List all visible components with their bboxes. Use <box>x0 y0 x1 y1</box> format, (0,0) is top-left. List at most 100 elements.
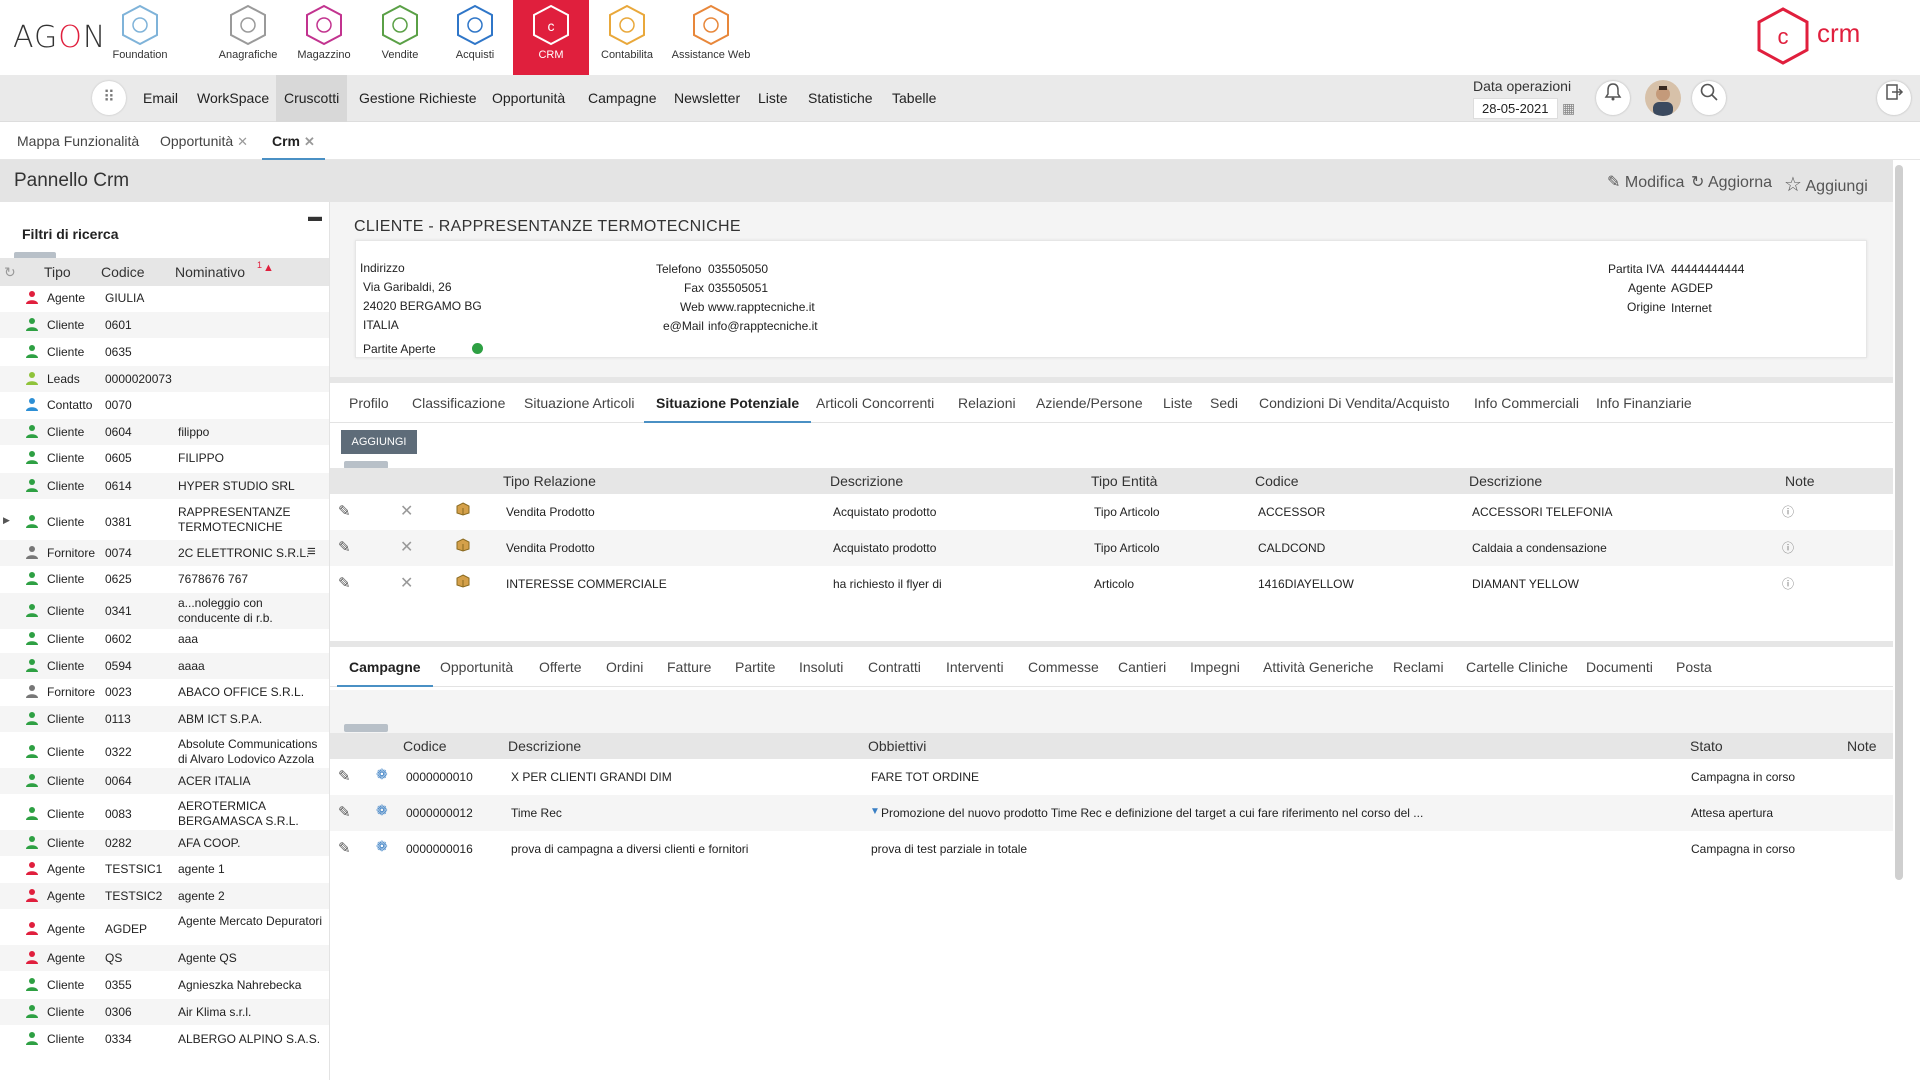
vertical-scrollbar[interactable] <box>1895 165 1903 880</box>
menu-item-cruscotti[interactable]: Cruscotti <box>276 75 348 122</box>
edit-pencil-icon[interactable]: ✎ <box>338 538 351 556</box>
list-item[interactable]: Cliente 0602 aaa <box>0 626 329 652</box>
expand-arrow-icon[interactable]: ▶ <box>3 515 10 526</box>
list-item[interactable]: Agente TESTSIC1 agente 1 <box>0 856 329 882</box>
data-operazioni-field[interactable]: 28-05-2021 <box>1473 98 1558 119</box>
list-item[interactable]: Cliente 0341 a...noleggio con conducente d… <box>0 593 329 629</box>
module-contabilita[interactable]: Contabilita <box>589 0 665 75</box>
tab-cantieri[interactable]: Cantieri <box>1118 647 1166 687</box>
list-item[interactable]: Agente GIULIA <box>0 287 329 309</box>
expand-triangle-icon[interactable]: ▼ <box>870 806 880 817</box>
info-icon[interactable]: ⓘ <box>1782 503 1794 520</box>
delete-icon[interactable]: ✕ <box>400 537 413 557</box>
email-link[interactable]: info@rapptecniche.it <box>708 319 818 333</box>
calendar-icon[interactable]: ▦ <box>1562 100 1575 117</box>
tab-documenti[interactable]: Documenti <box>1586 647 1653 687</box>
module-anagrafiche[interactable]: Anagrafiche <box>210 0 286 75</box>
module-acquisti[interactable]: Acquisti <box>437 0 513 75</box>
tab-info-commerciali[interactable]: Info Commerciali <box>1474 383 1579 423</box>
delete-icon[interactable]: ✕ <box>400 501 413 521</box>
tab-mappa-funzionalita[interactable]: Mappa Funzionalità <box>17 122 139 160</box>
col-descrizione[interactable]: Descrizione <box>830 473 903 489</box>
list-item[interactable]: Leads 0000020073 <box>0 366 329 392</box>
tab-ordini[interactable]: Ordini <box>606 647 643 687</box>
info-icon[interactable]: ⓘ <box>1782 539 1794 556</box>
list-item[interactable]: Cliente 0605 FILIPPO <box>0 445 329 471</box>
tab-impegni[interactable]: Impegni <box>1190 647 1240 687</box>
tab-classificazione[interactable]: Classificazione <box>412 383 505 423</box>
list-item[interactable]: Cliente 0625 7678676 767 <box>0 566 329 592</box>
tab-condizioni-di-vendita-acquisto[interactable]: Condizioni Di Vendita/Acquisto <box>1259 383 1450 423</box>
menu-item-opportunità[interactable]: Opportunità <box>484 75 573 122</box>
col-obbiettivi[interactable]: Obbiettivi <box>868 738 926 754</box>
col-note[interactable]: Note <box>1847 738 1877 754</box>
aggiorna-button[interactable]: ↻ Aggiorna <box>1691 172 1772 192</box>
module-assistance-web[interactable]: Assistance Web <box>666 0 756 75</box>
list-item[interactable]: Cliente 0635 <box>0 339 329 365</box>
col-tipo-relazione[interactable]: Tipo Relazione <box>503 473 596 489</box>
list-menu-icon[interactable]: ▬ <box>308 208 322 224</box>
list-item[interactable]: Agente AGDEP Agente Mercato Depuratori <box>0 911 329 947</box>
col-descrizione[interactable]: Descrizione <box>508 738 581 754</box>
tab-situazione-potenziale[interactable]: Situazione Potenziale <box>644 383 812 423</box>
menu-item-tabelle[interactable]: Tabelle <box>884 75 944 122</box>
list-item[interactable]: Agente QS Agente QS <box>0 945 329 971</box>
col-descrizione-2[interactable]: Descrizione <box>1469 473 1542 489</box>
list-item[interactable]: Cliente 0381 RAPPRESENTANZE TERMOTECNICHE ▶ <box>0 502 329 542</box>
col-stato[interactable]: Stato <box>1690 738 1723 754</box>
tab-profilo[interactable]: Profilo <box>349 383 389 423</box>
refresh-icon[interactable]: ↻ <box>4 264 16 281</box>
list-item[interactable]: Agente TESTSIC2 agente 2 <box>0 883 329 909</box>
filter-icon[interactable]: ≡ <box>307 543 316 560</box>
edit-pencil-icon[interactable]: ✎ <box>338 574 351 592</box>
menu-item-statistiche[interactable]: Statistiche <box>800 75 881 122</box>
column-nominativo[interactable]: Nominativo <box>175 264 245 280</box>
column-codice[interactable]: Codice <box>101 264 145 280</box>
user-avatar[interactable] <box>1645 80 1681 116</box>
list-item[interactable]: Cliente 0083 AEROTERMICA BERGAMASCA S.R.L. <box>0 796 329 832</box>
table-row[interactable]: ✎ ❁ 0000000016 prova di campagna a diversi … <box>330 831 1893 867</box>
list-item[interactable]: Cliente 0064 ACER ITALIA <box>0 768 329 794</box>
menu-item-workspace[interactable]: WorkSpace <box>189 75 277 122</box>
module-foundation[interactable]: Foundation <box>102 0 178 75</box>
list-item[interactable]: Fornitore 0023 ABACO OFFICE S.R.L. <box>0 679 329 705</box>
tab-info-finanziarie[interactable]: Info Finanziarie <box>1596 383 1692 423</box>
tab-fatture[interactable]: Fatture <box>667 647 711 687</box>
module-vendite[interactable]: Vendite <box>362 0 438 75</box>
close-icon[interactable]: ✕ <box>304 134 315 149</box>
tab-opportunità[interactable]: Opportunità <box>440 647 513 687</box>
col-note[interactable]: Note <box>1785 473 1815 489</box>
list-item[interactable]: Cliente 0614 HYPER STUDIO SRL <box>0 473 329 499</box>
notification-bell-icon[interactable] <box>1596 81 1630 115</box>
tab-articoli-concorrenti[interactable]: Articoli Concorrenti <box>816 383 934 423</box>
list-item[interactable]: Cliente 0604 filippo <box>0 419 329 445</box>
search-icon[interactable] <box>1692 81 1726 115</box>
tab-partite[interactable]: Partite <box>735 647 775 687</box>
tab-relazioni[interactable]: Relazioni <box>958 383 1016 423</box>
menu-item-campagne[interactable]: Campagne <box>580 75 665 122</box>
menu-item-gestione-richieste[interactable]: Gestione Richieste <box>351 75 485 122</box>
col-codice[interactable]: Codice <box>403 738 447 754</box>
table-row[interactable]: ✎ ✕ Vendita Prodotto Acquistato prodotto Tip… <box>330 530 1893 566</box>
list-item[interactable]: Cliente 0282 AFA COOP. <box>0 830 329 856</box>
tab-interventi[interactable]: Interventi <box>946 647 1004 687</box>
list-item[interactable]: Cliente 0355 Agnieszka Nahrebecka <box>0 972 329 998</box>
web-link[interactable]: www.rapptecniche.it <box>708 300 815 314</box>
list-item[interactable]: Cliente 0322 Absolute Communications di Al… <box>0 734 329 770</box>
close-icon[interactable]: ✕ <box>237 134 248 149</box>
list-item[interactable]: Cliente 0334 ALBERGO ALPINO S.A.S. <box>0 1026 329 1052</box>
table-row[interactable]: ✎ ✕ INTERESSE COMMERCIALE ha richiesto il f… <box>330 566 1893 602</box>
aggiungi-button[interactable]: AGGIUNGI <box>341 430 417 454</box>
tab-aziende-persone[interactable]: Aziende/Persone <box>1036 383 1143 423</box>
menu-item-newsletter[interactable]: Newsletter <box>666 75 748 122</box>
tab-contratti[interactable]: Contratti <box>868 647 921 687</box>
list-item[interactable]: Fornitore 0074 2C ELETTRONIC S.R.L. ≡ <box>0 540 329 566</box>
col-tipo-entita[interactable]: Tipo Entità <box>1091 473 1157 489</box>
list-item[interactable]: Cliente 0594 aaaa <box>0 653 329 679</box>
tab-posta[interactable]: Posta <box>1676 647 1712 687</box>
menu-item-liste[interactable]: Liste <box>750 75 796 122</box>
module-magazzino[interactable]: Magazzino <box>286 0 362 75</box>
tab-sedi[interactable]: Sedi <box>1210 383 1238 423</box>
tab-liste[interactable]: Liste <box>1163 383 1193 423</box>
table-row[interactable]: ✎ ❁ 0000000012 Time Rec ▼ Promozione del nuov… <box>330 795 1893 831</box>
